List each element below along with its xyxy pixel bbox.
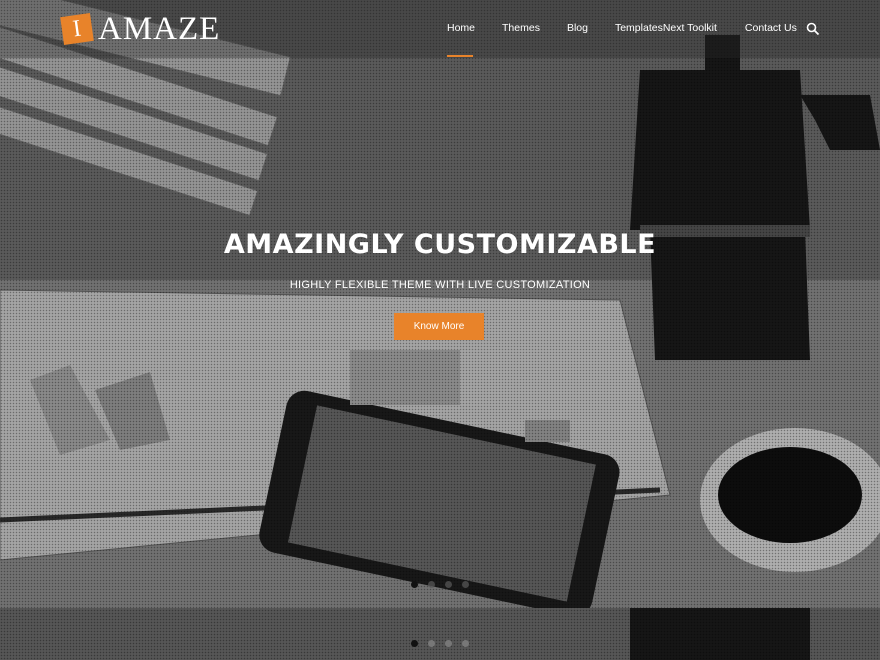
slider-dot[interactable]	[445, 581, 452, 588]
slider-dot[interactable]	[428, 640, 435, 647]
slider-dot[interactable]	[445, 640, 452, 647]
search-icon[interactable]	[806, 22, 820, 36]
hero-title: AMAZINGLY CUSTOMIZABLE	[223, 229, 657, 260]
slider-dot[interactable]	[411, 581, 418, 588]
site-header: I AMAZE Home Themes Blog TemplatesNext T…	[0, 0, 880, 58]
slider-dots	[411, 640, 469, 647]
main-nav: Home Themes Blog TemplatesNext Toolkit C…	[447, 22, 797, 57]
nav-item-contact-us[interactable]: Contact Us	[745, 22, 797, 34]
slider-dot[interactable]	[462, 581, 469, 588]
logo-text: AMAZE	[98, 10, 221, 47]
nav-item-templatesnext-toolkit[interactable]: TemplatesNext Toolkit	[615, 22, 717, 34]
logo-mark: I	[60, 13, 94, 45]
nav-item-themes[interactable]: Themes	[502, 22, 540, 34]
know-more-button[interactable]: Know More	[394, 313, 484, 340]
nav-item-blog[interactable]: Blog	[567, 22, 588, 34]
slider-dots-faded	[411, 581, 469, 588]
site-logo[interactable]: I AMAZE	[60, 10, 221, 47]
nav-item-home[interactable]: Home	[447, 22, 475, 57]
hero-subtitle: HIGHLY FLEXIBLE THEME WITH LIVE CUSTOMIZ…	[289, 279, 591, 291]
slider-dot[interactable]	[428, 581, 435, 588]
slider-dot[interactable]	[462, 640, 469, 647]
slider-dot[interactable]	[411, 640, 418, 647]
